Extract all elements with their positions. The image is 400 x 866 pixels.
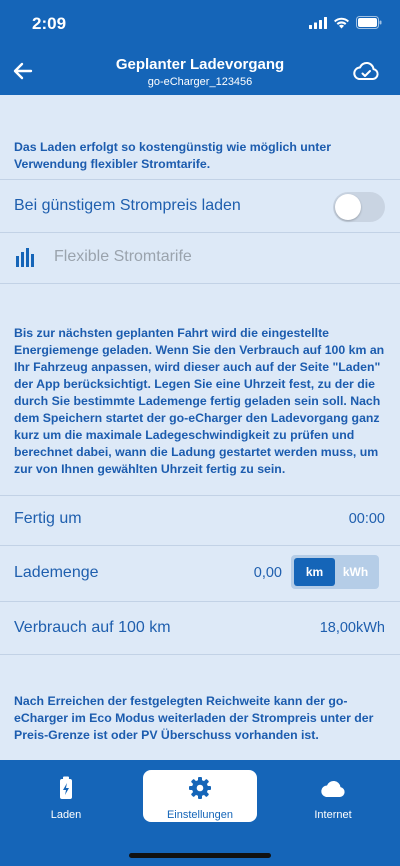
cloud-sync-icon[interactable] [352,59,380,83]
tab-internet[interactable]: Internet [276,770,390,821]
consumption-value: 18,00 [319,620,356,636]
divider [0,495,400,496]
toggle-knob [335,194,361,220]
divider [0,601,400,602]
status-time: 2:09 [32,14,67,33]
bar-chart-icon [16,248,34,267]
divider [0,179,400,180]
battery-charging-icon [60,776,72,799]
tab-laden[interactable]: Laden [9,770,123,821]
unit-km-option[interactable]: km [294,558,335,586]
eco-mode-text: Nach Erreichen der festgelegten Reichwei… [14,694,374,742]
cellular-signal-icon [309,16,327,29]
charge-amount-label: Lademenge [14,564,99,581]
consumption-value-group[interactable]: 18,00kWh [320,620,385,636]
tab-label: Laden [50,809,82,821]
cloud-icon [321,780,345,797]
page-title: Geplanter Ladevorgang [115,56,285,73]
divider [0,654,400,655]
app-header: 2:09 Geplanter Ladevorgang go-eCharger_1… [0,0,400,95]
bottom-tab-bar: Laden Einstellungen Internet [0,760,400,866]
home-indicator[interactable] [129,853,271,858]
wifi-icon [334,17,349,28]
divider [0,545,400,546]
settings-content[interactable]: Das Laden erfolgt so kostengünstig wie m… [0,95,400,760]
tab-einstellungen[interactable]: Einstellungen [143,770,257,822]
description-text: Bis zur nächsten geplanten Fahrt wird di… [14,326,385,476]
unit-kwh-option[interactable]: kWh [335,558,376,586]
intro-text: Das Laden erfolgt so kostengünstig wie m… [14,140,332,171]
back-arrow-icon[interactable] [10,58,36,84]
consumption-label: Verbrauch auf 100 km [14,619,171,636]
header-title-group: Geplanter Ladevorgang go-eCharger_123456 [60,56,340,88]
tab-label: Einstellungen [166,809,234,821]
unit-segmented-control[interactable]: km kWh [291,555,379,589]
finish-time-value[interactable]: 00:00 [349,511,385,527]
divider [0,232,400,233]
cheap-price-toggle[interactable] [333,192,385,222]
finish-time-label: Fertig um [14,510,82,527]
page-subtitle: go-eCharger_123456 [147,76,253,88]
flexible-tariffs-label[interactable]: Flexible Stromtarife [54,248,192,266]
charge-amount-value[interactable]: 0,00 [254,565,282,581]
divider [0,283,400,284]
status-icons [309,16,382,29]
tab-label: Internet [314,809,352,821]
battery-icon [356,16,382,29]
gear-icon [189,777,211,799]
cheap-price-label: Bei günstigem Strompreis laden [14,197,241,214]
consumption-unit: kWh [356,620,385,636]
